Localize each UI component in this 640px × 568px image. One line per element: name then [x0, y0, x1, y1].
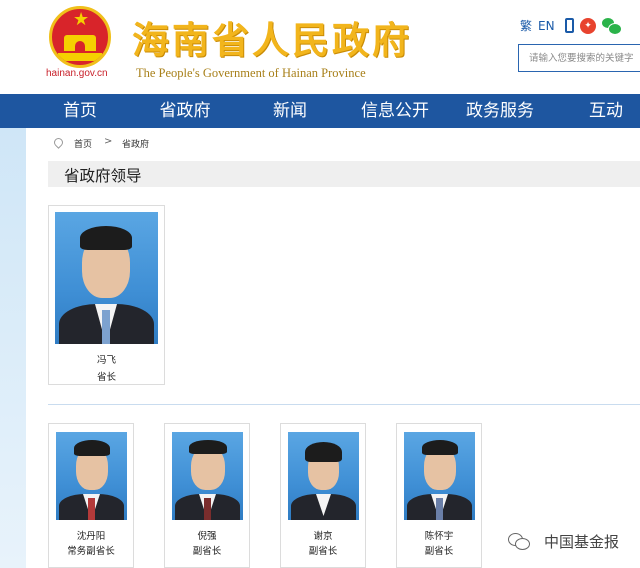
breadcrumb-separator: >: [104, 136, 113, 147]
tie: [88, 498, 95, 520]
nav-interaction[interactable]: 互动: [572, 94, 640, 128]
breadcrumb-current[interactable]: 省政府: [122, 137, 149, 150]
leader-name[interactable]: 倪强: [165, 528, 249, 542]
leader-photo[interactable]: [55, 212, 158, 344]
leader-name[interactable]: 冯飞: [49, 352, 164, 366]
site-title[interactable]: 海南省人民政府: [132, 10, 412, 64]
traditional-chinese-link[interactable]: 繁: [520, 17, 532, 35]
mobile-phone-icon[interactable]: [565, 18, 574, 33]
national-emblem-icon[interactable]: ★: [49, 6, 111, 68]
leader-card-deputy[interactable]: 谢京 副省长: [280, 423, 366, 568]
breadcrumb-home[interactable]: 首页: [74, 137, 92, 150]
section-title: 省政府领导: [64, 167, 142, 185]
search-box: [518, 44, 640, 72]
nav-news[interactable]: 新闻: [254, 94, 326, 128]
main-navbar: 首页 省政府 新闻 信息公开 政务服务 互动: [0, 94, 640, 128]
leader-title: 常务副省长: [67, 546, 115, 557]
site-domain[interactable]: hainan.gov.cn: [46, 68, 108, 79]
wechat-outline-icon: [508, 533, 530, 550]
tie: [204, 498, 211, 520]
leader-name[interactable]: 沈丹阳: [49, 528, 133, 542]
leader-card-deputy[interactable]: 沈丹阳 常务副省长: [48, 423, 134, 568]
nav-provincial-government[interactable]: 省政府: [146, 94, 224, 128]
leader-card-governor[interactable]: 冯飞 省长: [48, 205, 165, 385]
leader-card-deputy[interactable]: 倪强 副省长: [164, 423, 250, 568]
weibo-icon[interactable]: ✦: [580, 18, 596, 34]
wechat-icon[interactable]: [602, 18, 622, 35]
site-subtitle: The People's Government of Hainan Provin…: [136, 66, 366, 80]
section-header: 省政府领导: [48, 161, 640, 187]
leader-card-deputy[interactable]: 陈怀宇 副省长: [396, 423, 482, 568]
leader-name[interactable]: 谢京: [281, 528, 365, 542]
leader-title: 副省长: [192, 546, 222, 557]
nav-information-disclosure[interactable]: 信息公开: [354, 94, 436, 128]
location-pin-icon: [52, 136, 65, 149]
leader-photo[interactable]: [56, 432, 127, 520]
leader-name[interactable]: 陈怀宇: [397, 528, 481, 542]
left-decorative-strip: [0, 128, 26, 568]
site-header: ★ hainan.gov.cn 海南省人民政府 The People's Gov…: [0, 0, 640, 94]
leader-photo[interactable]: [404, 432, 475, 520]
watermark-text: 中国基金报: [544, 533, 620, 551]
leader-title: 省长: [96, 372, 116, 383]
leader-title: 副省长: [308, 546, 338, 557]
section-divider: [48, 404, 640, 405]
english-link[interactable]: EN: [538, 17, 555, 35]
nav-government-services[interactable]: 政务服务: [458, 94, 542, 128]
nav-home[interactable]: 首页: [44, 94, 116, 128]
leader-title: 副省长: [424, 546, 454, 557]
leader-photo[interactable]: [172, 432, 243, 520]
search-input[interactable]: [519, 45, 640, 71]
tie: [436, 498, 443, 520]
leader-photo[interactable]: [288, 432, 359, 520]
